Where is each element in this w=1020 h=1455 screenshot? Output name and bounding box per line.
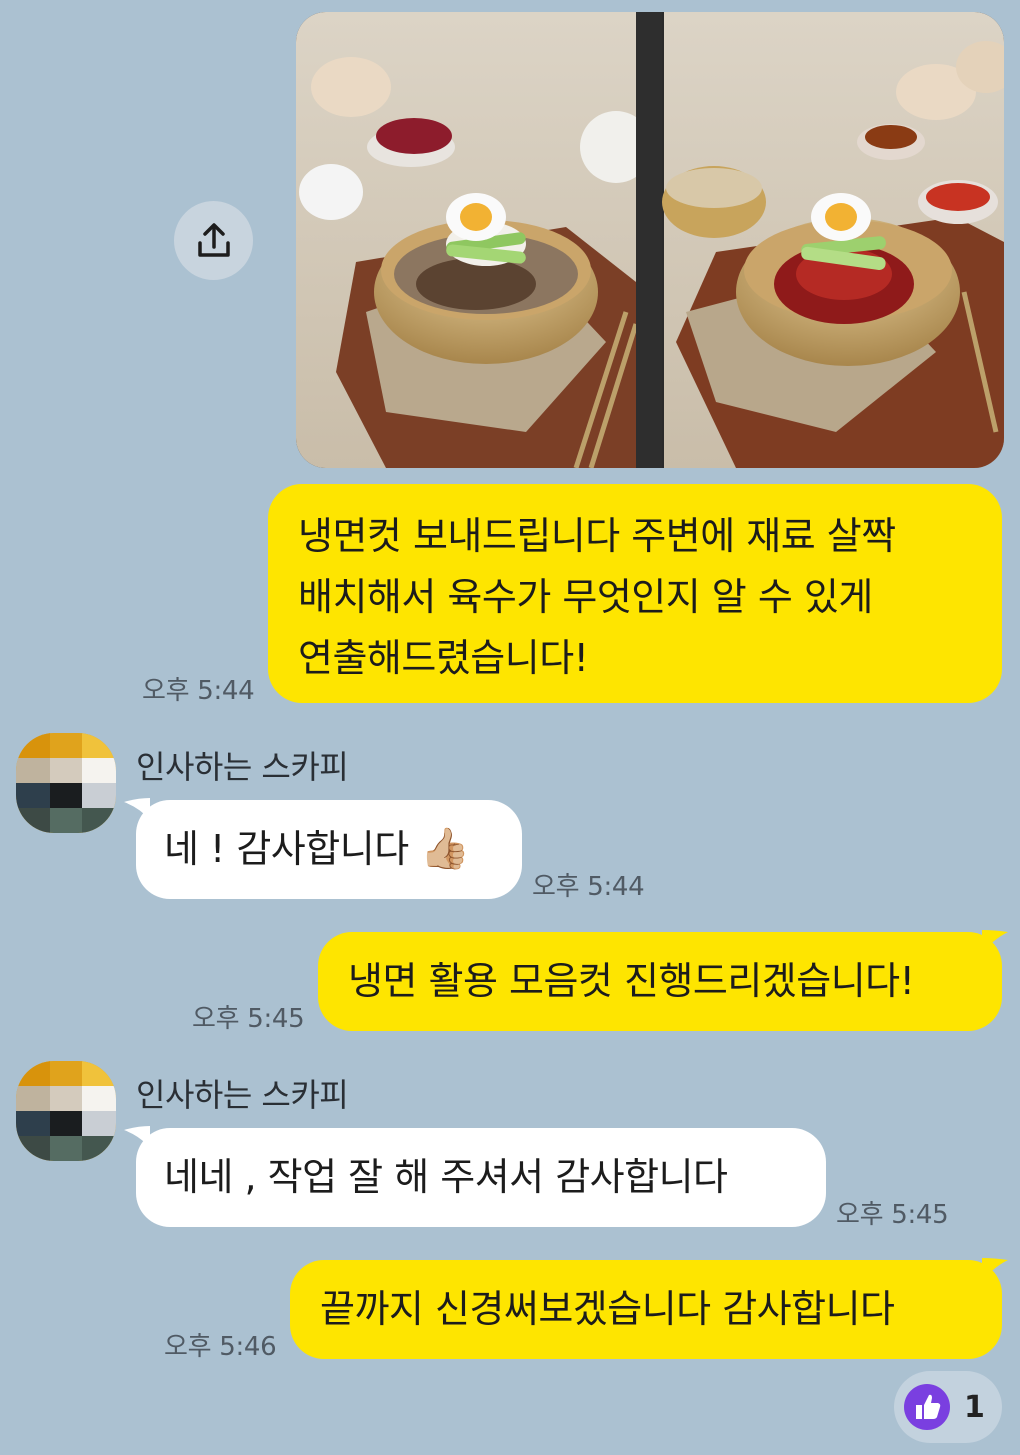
thumbs-up-icon xyxy=(904,1384,950,1430)
my-message-bubble[interactable]: 냉면컷 보내드립니다 주변에 재료 살짝 배치해서 육수가 무엇인지 알 수 있… xyxy=(268,484,1002,703)
avatar[interactable] xyxy=(16,1061,116,1161)
sender-name: 인사하는 스카피 xyxy=(136,748,349,786)
message-text: 냉면 활용 모음컷 진행드리겠습니다! xyxy=(348,959,915,1003)
message-text: 네 ! 감사합니다 xyxy=(164,827,409,871)
message-time: 오후 5:44 xyxy=(532,872,645,902)
reaction-count: 1 xyxy=(964,1389,985,1425)
share-icon xyxy=(197,222,230,257)
message-text: 끝까지 신경써보겠습니다 감사합니다 xyxy=(320,1287,895,1331)
share-button[interactable] xyxy=(174,201,253,280)
message-line: 연출해드렸습니다! xyxy=(298,636,589,680)
their-message-bubble[interactable]: 네네 , 작업 잘 해 주셔서 감사합니다 xyxy=(136,1128,826,1227)
message-text: 네네 , 작업 잘 해 주셔서 감사합니다 xyxy=(164,1155,728,1199)
message-line: 배치해서 육수가 무엇인지 알 수 있게 xyxy=(298,575,873,619)
message-line: 냉면컷 보내드립니다 주변에 재료 살짝 xyxy=(298,514,896,558)
mul-naengmyeon-photo xyxy=(296,12,652,468)
message-time: 오후 5:45 xyxy=(836,1200,949,1230)
bibim-naengmyeon-photo xyxy=(662,12,1004,468)
message-time: 오후 5:45 xyxy=(192,1004,305,1034)
my-message-bubble[interactable]: 끝까지 신경써보겠습니다 감사합니다 xyxy=(290,1260,1002,1359)
my-message-bubble[interactable]: 냉면 활용 모음컷 진행드리겠습니다! xyxy=(318,932,1002,1031)
sender-name: 인사하는 스카피 xyxy=(136,1076,349,1114)
message-time: 오후 5:44 xyxy=(142,676,255,706)
message-time: 오후 5:46 xyxy=(164,1332,277,1362)
naengmyeon-photos xyxy=(296,12,1004,468)
avatar[interactable] xyxy=(16,733,116,833)
their-message-bubble[interactable]: 네 ! 감사합니다 👍🏼 xyxy=(136,800,522,899)
thumbs-up-emoji: 👍🏼 xyxy=(420,826,470,872)
reaction-badge[interactable]: 1 xyxy=(894,1371,1002,1443)
photo-message[interactable] xyxy=(296,12,1004,468)
